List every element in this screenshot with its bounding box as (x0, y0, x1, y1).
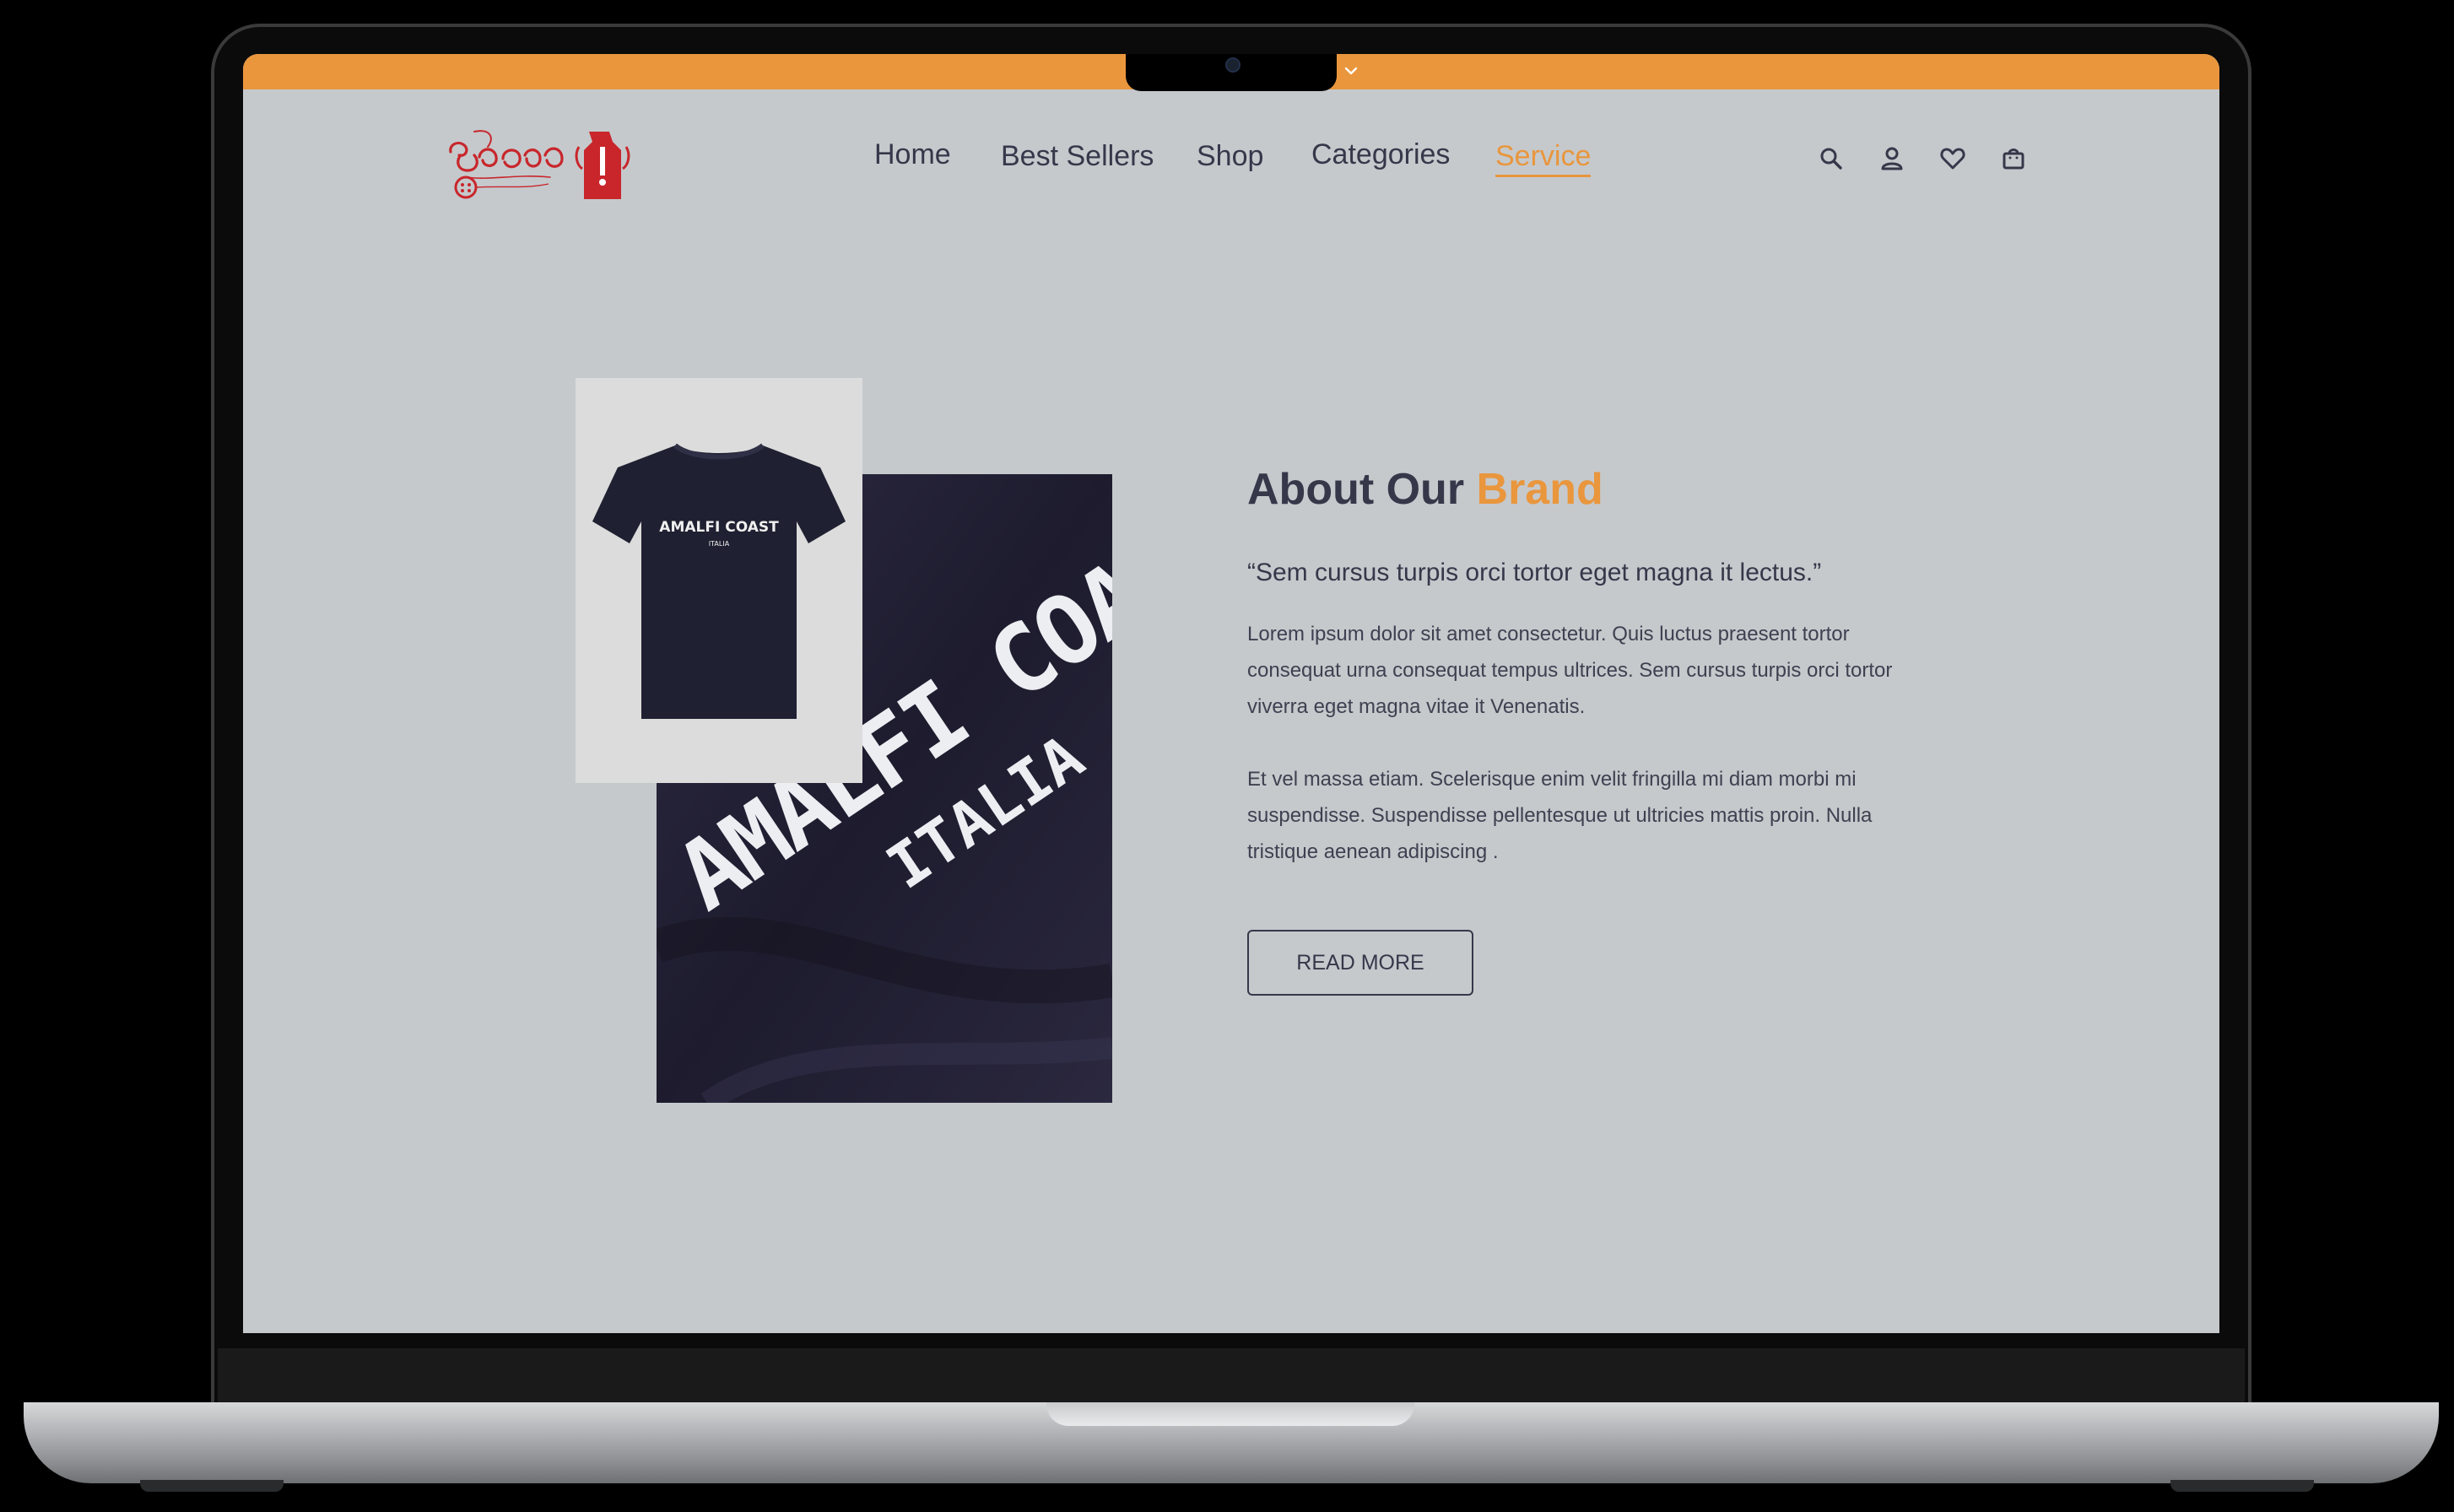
shirt-print-line2: ITALIA (709, 540, 730, 548)
nav-service[interactable]: Service (1495, 140, 1592, 177)
about-title: About Our Brand (1247, 464, 1603, 515)
about-title-main: About Our (1247, 465, 1477, 514)
screen-bottom-bezel (218, 1348, 2245, 1402)
nav-categories[interactable]: Categories (1311, 138, 1450, 171)
search-icon[interactable] (1814, 142, 1848, 176)
about-title-accent: Brand (1476, 465, 1603, 514)
bag-icon[interactable] (1997, 142, 2030, 176)
laptop-base-groove (1046, 1402, 1414, 1426)
nav-best-sellers[interactable]: Best Sellers (1001, 140, 1154, 173)
about-quote: “Sem cursus turpis orci tortor eget magn… (1247, 559, 1822, 586)
about-paragraph-1: Lorem ipsum dolor sit amet consectetur. … (1247, 623, 1893, 718)
nav-shop[interactable]: Shop (1197, 140, 1263, 173)
laptop-foot-left (140, 1480, 284, 1492)
header-icons (1813, 142, 2049, 179)
tshirt-product-image: AMALFI COAST ITALIA (576, 378, 862, 783)
camera-icon (1225, 57, 1241, 73)
heart-icon[interactable] (1936, 142, 1970, 176)
chevron-down-icon[interactable] (1340, 61, 1362, 83)
about-paragraph-2: Et vel massa etiam. Scelerisque enim vel… (1247, 768, 1873, 863)
screen: Home Best Sellers Shop Categories Servic… (243, 54, 2219, 1333)
shirt-print-line1: AMALFI COAST (659, 519, 779, 536)
nav-home[interactable]: Home (874, 138, 951, 171)
read-more-button[interactable]: READ MORE (1247, 930, 1473, 996)
laptop-foot-right (2170, 1480, 2314, 1492)
user-icon[interactable] (1875, 142, 1909, 176)
